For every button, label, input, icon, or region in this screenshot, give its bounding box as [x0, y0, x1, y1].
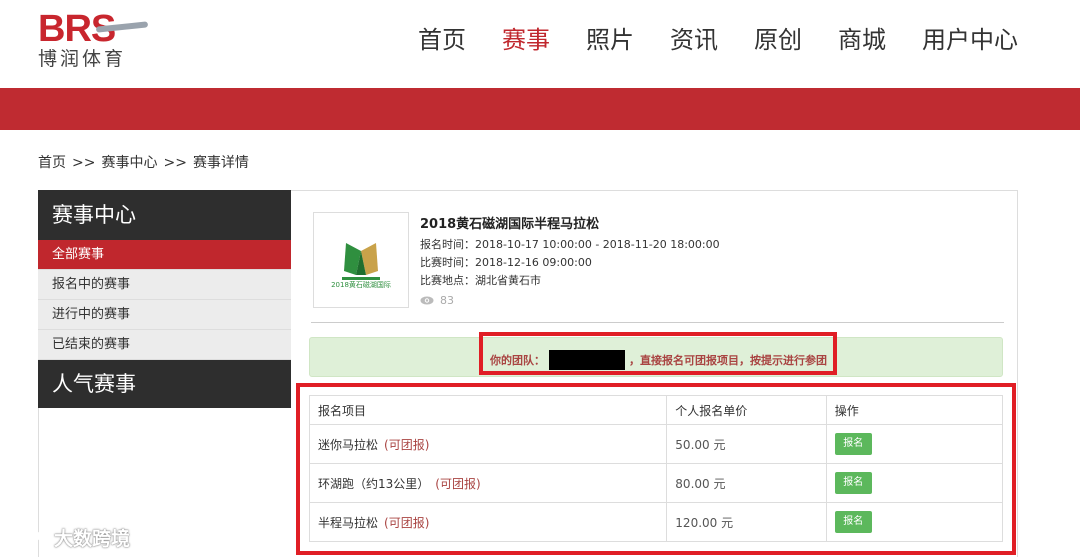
nav-shop[interactable]: 商城 [838, 24, 886, 56]
breadcrumb: 首页 >> 赛事中心 >> 赛事详情 [38, 152, 249, 172]
sidebar-item-all-events[interactable]: 全部赛事 [38, 240, 291, 270]
brs-logo[interactable]: BRS 博润体育 [38, 10, 149, 72]
header-red-bar [0, 88, 1080, 130]
watermark: 大数跨境 [8, 524, 130, 551]
nav-home[interactable]: 首页 [418, 24, 466, 56]
section-divider [311, 322, 1004, 323]
sidebar: 赛事中心 全部赛事 报名中的赛事 进行中的赛事 已结束的赛事 人气赛事 [38, 190, 291, 557]
watermark-logo-icon [9, 529, 48, 547]
sidebar-item-finished[interactable]: 已结束的赛事 [38, 330, 291, 360]
nav-photos[interactable]: 照片 [586, 24, 634, 56]
nav-user-center[interactable]: 用户中心 [922, 24, 1018, 56]
site-header: BRS 博润体育 首页 赛事 照片 资讯 原创 商城 用户中心 [0, 0, 1080, 88]
event-race-time: 比赛时间：2018-12-16 09:00:00 [420, 256, 592, 269]
eye-icon [420, 296, 434, 305]
sidebar-item-registering[interactable]: 报名中的赛事 [38, 270, 291, 300]
logo-cn-text: 博润体育 [38, 48, 127, 70]
main-nav: 首页 赛事 照片 资讯 原创 商城 用户中心 [382, 24, 1018, 56]
event-logo-image[interactable]: 2018黄石磁湖国际 [313, 212, 409, 308]
breadcrumb-event-center[interactable]: 赛事中心 [101, 155, 157, 171]
event-view-count: 83 [440, 294, 454, 307]
breadcrumb-event-detail: 赛事详情 [192, 155, 249, 171]
event-location: 比赛地点：湖北省黄石市 [420, 274, 541, 287]
breadcrumb-sep: >> [72, 155, 96, 171]
event-logo-text: 2018黄石磁湖国际 [331, 280, 391, 289]
watermark-text: 大数跨境 [54, 528, 131, 550]
sidebar-title: 赛事中心 [38, 190, 291, 240]
sidebar-item-ongoing[interactable]: 进行中的赛事 [38, 300, 291, 330]
sidebar-popular-title: 人气赛事 [38, 360, 291, 408]
marathon-logo-icon: 2018黄石磁湖国际 [331, 243, 391, 289]
breadcrumb-home[interactable]: 首页 [38, 155, 66, 171]
breadcrumb-sep: >> [163, 155, 187, 171]
highlight-box-notice [479, 332, 837, 375]
event-register-time: 报名时间：2018-10-17 10:00:00 - 2018-11-20 18… [420, 238, 720, 251]
nav-news[interactable]: 资讯 [670, 24, 718, 56]
nav-original[interactable]: 原创 [754, 24, 802, 56]
nav-events[interactable]: 赛事 [502, 24, 550, 56]
event-views: 83 [420, 294, 454, 307]
event-title: 2018黄石磁湖国际半程马拉松 [420, 217, 600, 232]
highlight-box-table [296, 383, 1016, 555]
